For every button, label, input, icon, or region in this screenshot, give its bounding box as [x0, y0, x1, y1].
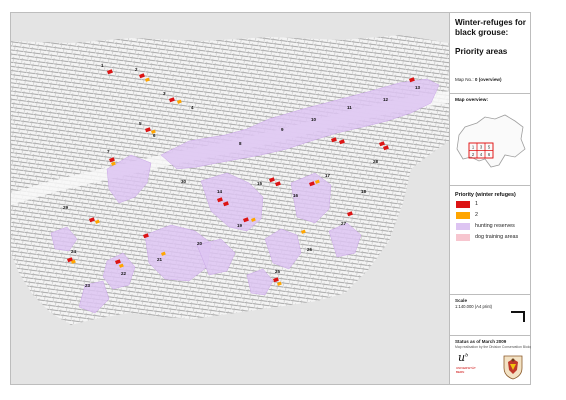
map-panel[interactable]: 1 2 3 4 5 6 7 8 9 10 11 12 13 14 15 16 17 18 19 20 21 22 23 24 2…: [11, 13, 450, 384]
area-number-label: 20: [197, 241, 203, 246]
area-number-label: 22: [121, 271, 127, 276]
switzerland-overview-map[interactable]: 1 3 52 4 6: [455, 105, 527, 181]
area-number-label: 18: [361, 189, 367, 194]
area-number-label: 26: [307, 247, 313, 252]
overview-title: Map overview:: [455, 98, 489, 103]
legend-swatch: [456, 212, 470, 219]
map-number: Map No.: 0 (overview): [455, 77, 501, 82]
relief-map[interactable]: 1234567891011121314151617181920212223242…: [11, 13, 449, 384]
legend-swatch: [456, 223, 470, 230]
area-number-label: 10: [311, 117, 317, 122]
area-number-label: 24: [71, 249, 77, 254]
legend-swatch: [456, 201, 470, 208]
divider: [450, 185, 530, 186]
area-number-label: 11: [347, 105, 352, 110]
area-number-label: 25: [275, 269, 281, 274]
legend-item-hunting-reserves: hunting reserves: [456, 222, 530, 231]
legend-label: 1: [475, 201, 478, 207]
area-number-label: 16: [293, 193, 299, 198]
map-title: Winter-refuges for black grouse:: [455, 18, 526, 37]
divider: [450, 294, 530, 295]
legend-title: Priority (winter refuges): [455, 192, 516, 198]
legend-swatch: [456, 234, 470, 241]
area-number-label: 27: [341, 221, 347, 226]
legend-item-priority-1: 1: [456, 200, 530, 209]
legend-item-dog-training-areas: dog training areas: [456, 233, 530, 242]
scale-value: 1:140.000 (A4 print): [455, 304, 493, 309]
legend-item-priority-2: 2: [456, 211, 530, 220]
divider: [450, 93, 530, 94]
area-number-label: 12: [383, 97, 389, 102]
area-number-label: 17: [325, 173, 331, 178]
map-subtitle: Priority areas: [455, 47, 508, 56]
status-date: Status as of March 2009: [455, 339, 507, 344]
area-number-label: 28: [373, 159, 379, 164]
map-number-value: 0 (overview): [474, 77, 502, 82]
area-number-label: 21: [157, 257, 163, 262]
credit-line: Map realisation by the Division Conserva…: [455, 345, 531, 349]
legend-label: hunting reserves: [475, 223, 515, 229]
logo-superscript: b: [465, 352, 469, 359]
canton-crest-icon: [503, 355, 523, 380]
legend-label: 2: [475, 212, 478, 218]
area-number-label: 30: [181, 179, 187, 184]
switzerland-outline: [456, 114, 526, 168]
area-number-label: 19: [237, 223, 243, 228]
map-sheet: 1 2 3 4 5 6 7 8 9 10 11 12 13 14 15 16 17 18 19 20 21 22 23 24 2…: [10, 12, 531, 385]
university-name: UNIVERSITÄT BERN: [456, 366, 476, 374]
map-legend-panel: Winter-refuges for black grouse: Priorit…: [450, 13, 531, 384]
map-number-label: Map No.:: [455, 77, 474, 82]
area-number-label: 29: [63, 205, 69, 210]
legend-label: dog training areas: [475, 234, 519, 240]
area-number-label: 14: [217, 189, 223, 194]
area-number-label: 23: [85, 283, 91, 288]
area-number-label: 15: [257, 181, 263, 186]
divider: [450, 335, 530, 336]
north-arrow-icon: [511, 311, 525, 322]
scale-title: Scale: [455, 298, 468, 303]
area-number-label: 13: [415, 85, 421, 90]
university-logo-icon: ub: [458, 351, 468, 364]
